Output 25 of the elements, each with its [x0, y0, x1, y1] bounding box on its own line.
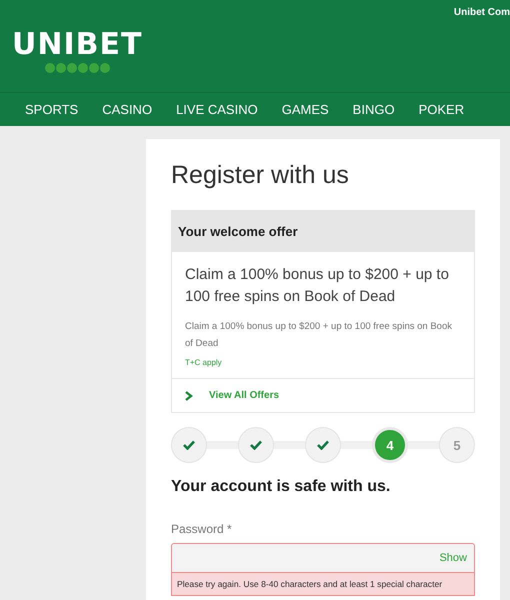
check-icon — [250, 440, 262, 450]
page-title: Register with us — [171, 161, 350, 190]
nav-link[interactable]: BINGO — [352, 102, 395, 117]
unibet-logo[interactable]: UNIBET — [12, 30, 142, 73]
field-label: Password * — [171, 522, 233, 536]
check-icon — [317, 440, 329, 450]
step-circle: 4 — [372, 427, 408, 463]
nav-link[interactable]: GAMES — [282, 102, 329, 117]
view-offers-link[interactable]: View All Offers — [185, 390, 461, 401]
nav-link[interactable]: SPORTS — [25, 102, 78, 117]
step-circle: 5 — [439, 427, 475, 463]
top-link[interactable]: Unibet Com — [454, 7, 510, 18]
section-heading: Your account is safe with us. — [171, 478, 392, 496]
error-message: Please try again. Use 8-40 characters and at least 1 special character — [171, 573, 475, 596]
terms-link[interactable]: T+C apply — [185, 358, 222, 367]
nav-link[interactable]: CASINO — [102, 102, 152, 117]
chevron-icon — [185, 390, 193, 400]
show-button[interactable]: Show — [432, 552, 474, 564]
nav-link[interactable]: LIVE CASINO — [176, 102, 258, 117]
password-field[interactable]: Show — [171, 543, 475, 573]
offer-headline: Claim a 100% bonus up to $200 + up to 100 free spins on Book of Dead — [185, 265, 450, 307]
offer-description: Claim a 100% bonus up to $200 + up to 100 free spins on Book of Dead — [185, 320, 453, 351]
check-icon — [183, 440, 195, 450]
nav-link[interactable]: POKER — [418, 102, 464, 117]
offer-heading: Your welcome offer — [172, 211, 474, 252]
